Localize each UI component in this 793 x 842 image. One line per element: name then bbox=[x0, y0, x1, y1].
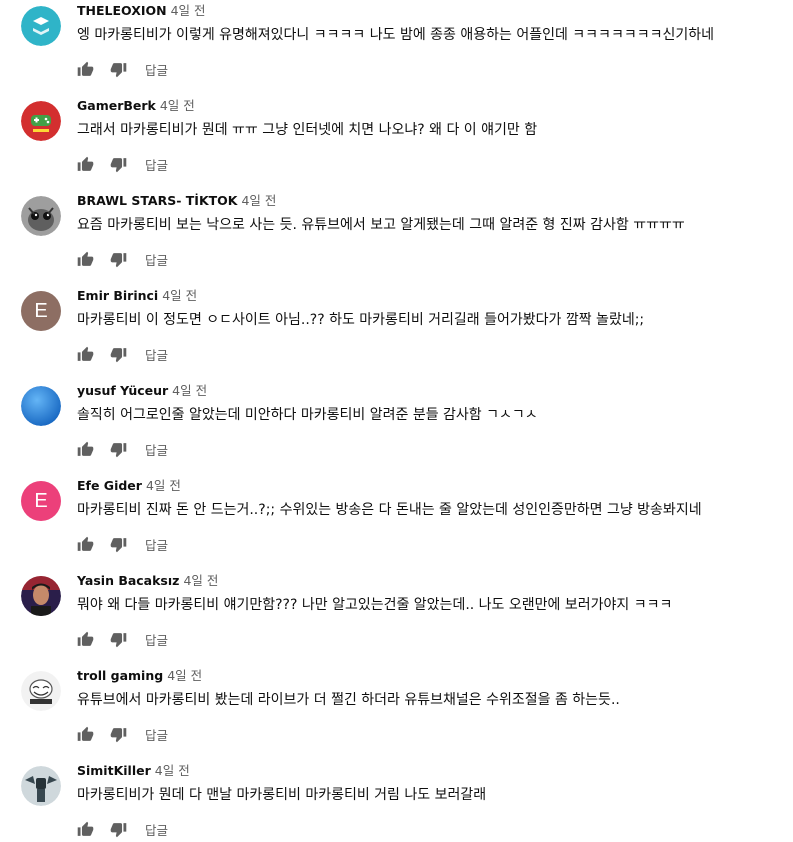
character-avatar-icon bbox=[21, 766, 61, 806]
timestamp[interactable]: 4일 전 bbox=[162, 288, 197, 303]
author-name[interactable]: troll gaming bbox=[77, 668, 163, 683]
comment-text: 요즘 마카롱티비 보는 낙으로 사는 듯. 유튜브에서 보고 알게됐는데 그때 … bbox=[77, 217, 685, 233]
thumbs-down-icon[interactable] bbox=[110, 346, 127, 363]
thumbs-down-icon[interactable] bbox=[110, 61, 127, 78]
comment-text: 마카롱티비가 뭔데 다 맨날 마카롱티비 마카롱티비 거림 나도 보러갈래 bbox=[77, 787, 487, 803]
thumbs-down-icon[interactable] bbox=[110, 631, 127, 648]
comment-header: Emir Birinci 4일 전 bbox=[77, 288, 197, 304]
comment-text: 유튜브에서 마카롱티비 봤는데 라이브가 더 쩔긴 하더라 유튜브채널은 수위조… bbox=[77, 692, 620, 708]
author-name[interactable]: Efe Gider bbox=[77, 478, 142, 493]
thumbs-up-icon[interactable] bbox=[77, 156, 94, 173]
reply-button[interactable]: 답글 bbox=[145, 250, 168, 269]
comment-text: 마카롱티비 이 정도면 ㅇㄷ사이트 아님..?? 하도 마카롱티비 거리길래 들… bbox=[77, 312, 645, 328]
comment-text: 솔직히 어그로인줄 알았는데 미안하다 마카롱티비 알려준 분들 감사함 ㄱㅅㄱ… bbox=[77, 407, 538, 423]
comment-header: Yasin Bacaksız 4일 전 bbox=[77, 573, 218, 589]
reply-button[interactable]: 답글 bbox=[145, 155, 168, 174]
timestamp[interactable]: 4일 전 bbox=[167, 668, 202, 683]
comment-header: SimitKiller 4일 전 bbox=[77, 763, 190, 779]
avatar-letter: E bbox=[34, 299, 48, 322]
comment-text: 그래서 마카롱티비가 뭔데 ㅠㅠ 그냥 인터넷에 치면 나오냐? 왜 다 이 얘… bbox=[77, 122, 538, 138]
gamepad-avatar-icon bbox=[21, 101, 61, 141]
author-name[interactable]: Yasin Bacaksız bbox=[77, 573, 179, 588]
reply-button[interactable]: 답글 bbox=[145, 345, 168, 364]
avatar[interactable] bbox=[21, 576, 61, 616]
avatar[interactable] bbox=[21, 766, 61, 806]
thumbs-up-icon[interactable] bbox=[77, 441, 94, 458]
avatar[interactable] bbox=[21, 671, 61, 711]
comment-actions: 답글 bbox=[77, 630, 168, 648]
comment-actions: 답글 bbox=[77, 725, 168, 743]
author-name[interactable]: GamerBerk bbox=[77, 98, 156, 113]
cat-avatar-icon bbox=[21, 196, 61, 236]
avatar[interactable] bbox=[21, 196, 61, 236]
comment-actions: 답글 bbox=[77, 535, 168, 553]
avatar[interactable]: E bbox=[21, 291, 61, 331]
comment-text: 뭐야 왜 다들 마카롱티비 얘기만함??? 나만 알고있는건줄 알았는데.. 나… bbox=[77, 597, 673, 613]
avatar-letter: E bbox=[34, 489, 48, 512]
reply-button[interactable]: 답글 bbox=[145, 820, 168, 839]
trollface-avatar-icon bbox=[21, 671, 61, 711]
comment-actions: 답글 bbox=[77, 60, 168, 78]
comment-header: yusuf Yüceur 4일 전 bbox=[77, 383, 207, 399]
author-name[interactable]: yusuf Yüceur bbox=[77, 383, 168, 398]
sk-logo-avatar-icon bbox=[21, 6, 61, 46]
comment-header: GamerBerk 4일 전 bbox=[77, 98, 195, 114]
comment-text: 엥 마카롱티비가 이렇게 유명해져있다니 ㅋㅋㅋㅋ 나도 밤에 종종 애용하는 … bbox=[77, 27, 714, 43]
sky-avatar-icon bbox=[21, 386, 61, 426]
thumbs-up-icon[interactable] bbox=[77, 251, 94, 268]
avatar[interactable] bbox=[21, 101, 61, 141]
comment-actions: 답글 bbox=[77, 155, 168, 173]
thumbs-down-icon[interactable] bbox=[110, 726, 127, 743]
thumbs-up-icon[interactable] bbox=[77, 61, 94, 78]
comment-header: Efe Gider 4일 전 bbox=[77, 478, 181, 494]
timestamp[interactable]: 4일 전 bbox=[172, 383, 207, 398]
timestamp[interactable]: 4일 전 bbox=[160, 98, 195, 113]
thumbs-up-icon[interactable] bbox=[77, 346, 94, 363]
thumbs-up-icon[interactable] bbox=[77, 536, 94, 553]
comment-actions: 답글 bbox=[77, 440, 168, 458]
comment-header: THELEOXION 4일 전 bbox=[77, 3, 206, 19]
timestamp[interactable]: 4일 전 bbox=[183, 573, 218, 588]
reply-button[interactable]: 답글 bbox=[145, 535, 168, 554]
author-name[interactable]: THELEOXION bbox=[77, 3, 167, 18]
thumbs-up-icon[interactable] bbox=[77, 631, 94, 648]
thumbs-down-icon[interactable] bbox=[110, 251, 127, 268]
comment-header: BRAWL STARS- TİKTOK 4일 전 bbox=[77, 193, 276, 209]
reply-button[interactable]: 답글 bbox=[145, 440, 168, 459]
timestamp[interactable]: 4일 전 bbox=[146, 478, 181, 493]
reply-button[interactable]: 답글 bbox=[145, 630, 168, 649]
timestamp[interactable]: 4일 전 bbox=[171, 3, 206, 18]
author-name[interactable]: SimitKiller bbox=[77, 763, 151, 778]
avatar[interactable]: E bbox=[21, 481, 61, 521]
avatar[interactable] bbox=[21, 6, 61, 46]
reply-button[interactable]: 답글 bbox=[145, 725, 168, 744]
thumbs-up-icon[interactable] bbox=[77, 726, 94, 743]
comment-text: 마카롱티비 진짜 돈 안 드는거..?;; 수위있는 방송은 다 돈내는 줄 알… bbox=[77, 502, 702, 518]
person-avatar-icon bbox=[21, 576, 61, 616]
thumbs-down-icon[interactable] bbox=[110, 821, 127, 838]
author-name[interactable]: Emir Birinci bbox=[77, 288, 158, 303]
reply-button[interactable]: 답글 bbox=[145, 60, 168, 79]
timestamp[interactable]: 4일 전 bbox=[241, 193, 276, 208]
comment-actions: 답글 bbox=[77, 250, 168, 268]
thumbs-up-icon[interactable] bbox=[77, 821, 94, 838]
thumbs-down-icon[interactable] bbox=[110, 536, 127, 553]
comment-actions: 답글 bbox=[77, 820, 168, 838]
timestamp[interactable]: 4일 전 bbox=[155, 763, 190, 778]
thumbs-down-icon[interactable] bbox=[110, 441, 127, 458]
thumbs-down-icon[interactable] bbox=[110, 156, 127, 173]
comment-actions: 답글 bbox=[77, 345, 168, 363]
avatar[interactable] bbox=[21, 386, 61, 426]
comment-header: troll gaming 4일 전 bbox=[77, 668, 202, 684]
author-name[interactable]: BRAWL STARS- TİKTOK bbox=[77, 193, 237, 208]
